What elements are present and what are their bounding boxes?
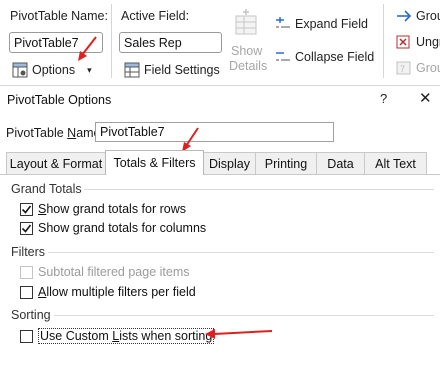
annotation-arrow-tab [182, 127, 199, 152]
annotation-arrow-sorting [205, 329, 273, 339]
tab-totals-filters[interactable]: Totals & Filters [105, 150, 204, 175]
annotation-arrows [182, 127, 273, 339]
ribbon: PivotTable Name: Options ▾ Active Field:… [0, 0, 440, 86]
annotation-arrow-options [78, 36, 97, 61]
pivottable-options-dialog: PivotTable Options ? ✕ PivotTable Name: … [0, 86, 440, 371]
